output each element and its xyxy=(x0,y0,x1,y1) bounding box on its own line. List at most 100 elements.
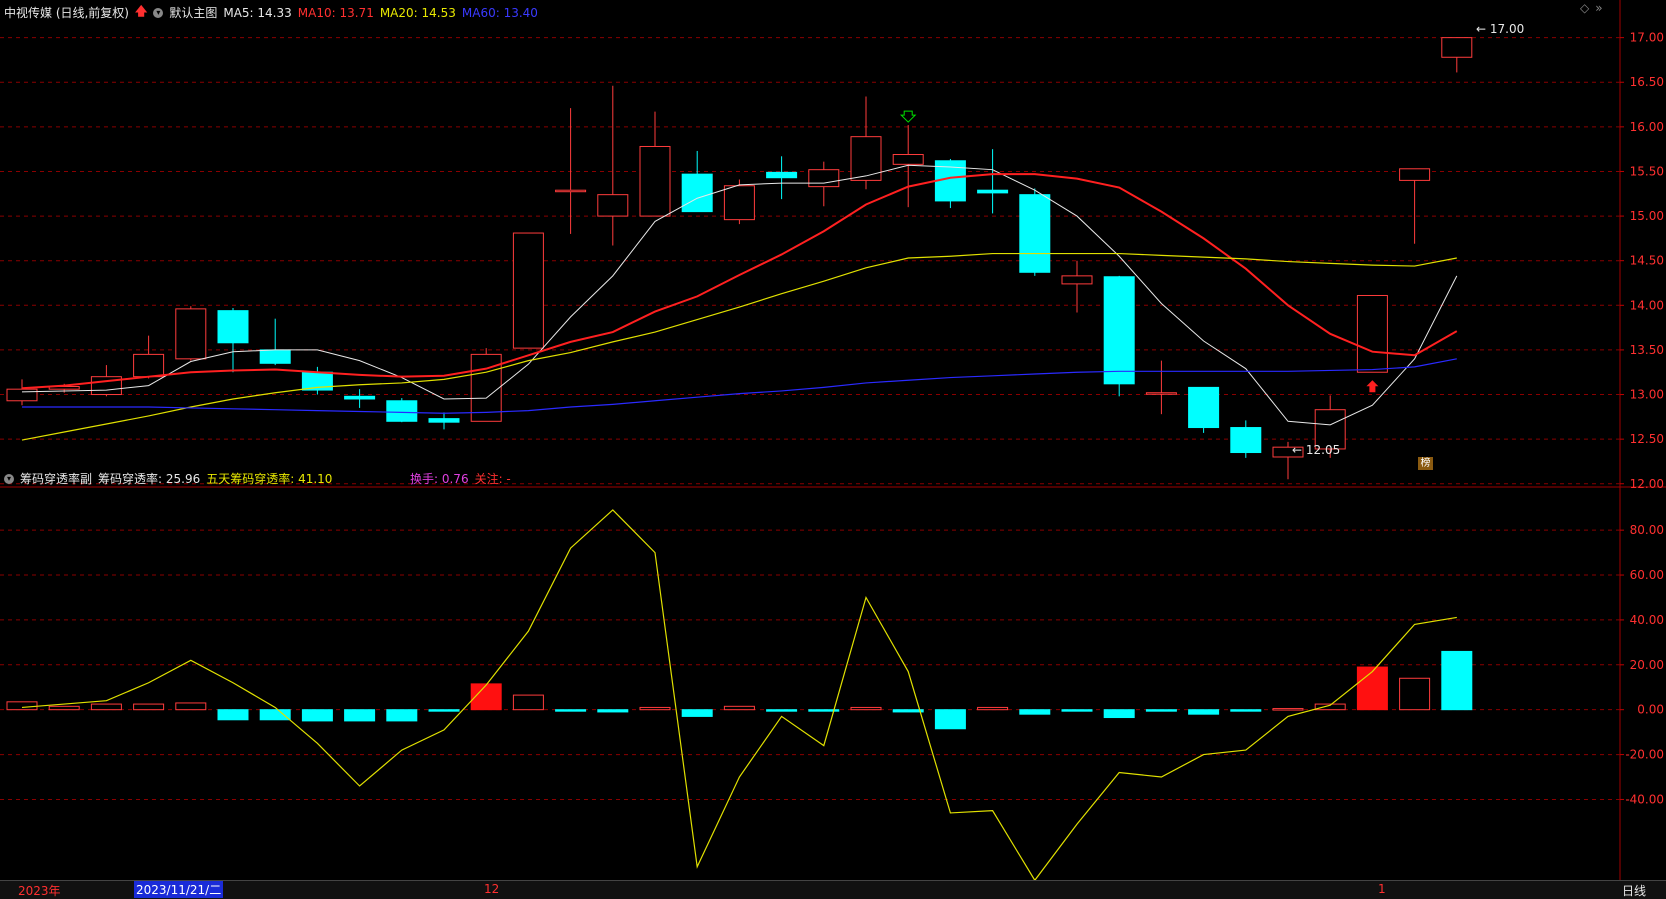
indicator-bar xyxy=(1230,709,1262,712)
ma20-label: MA20: 14.53 xyxy=(379,5,456,20)
low-value: 12.05 xyxy=(1305,443,1341,457)
high-value: 17.00 xyxy=(1489,22,1525,36)
candle-body xyxy=(259,349,291,364)
footer-month-12: 12 xyxy=(484,882,500,896)
ma10-label: MA10: 13.71 xyxy=(297,5,374,20)
price-tick-label: 13.00 xyxy=(1630,388,1664,402)
candle-body xyxy=(555,189,587,193)
indicator-bar xyxy=(48,705,80,711)
chevron-down-icon[interactable]: ▾ xyxy=(4,473,14,484)
indicator-bar xyxy=(850,706,882,711)
candle-body xyxy=(977,189,1009,194)
indicator-bar xyxy=(428,709,460,712)
candle-body xyxy=(850,136,882,181)
indicator-bar xyxy=(1356,666,1388,711)
ma-line-ma60 xyxy=(22,358,1457,414)
indicator-bar xyxy=(766,709,798,712)
indicator-bar xyxy=(301,709,333,722)
indicator-bar xyxy=(1399,677,1431,711)
indicator-bar xyxy=(175,702,207,711)
stock-title[interactable]: 中视传媒 (日线,前复权) xyxy=(4,4,129,21)
down-arrow-icon xyxy=(899,110,917,123)
grid-lines xyxy=(0,0,1666,880)
candle-body xyxy=(386,400,418,422)
candle-body xyxy=(1230,427,1262,454)
candle-body xyxy=(597,194,629,217)
low-price-label: ← 12.05 xyxy=(1292,443,1341,457)
indicator-bar xyxy=(1441,650,1473,711)
indicator-bar xyxy=(259,709,291,721)
candle-body xyxy=(639,145,671,217)
sub-tick-label: 60.00 xyxy=(1630,568,1664,582)
header-right-icons: ◇ » xyxy=(1580,1,1603,15)
price-tick-label: 14.50 xyxy=(1630,254,1664,268)
price-axis: 17.00 16.50 16.00 15.50 15.00 14.50 14.00 13.50… xyxy=(1620,31,1664,806)
candle-body xyxy=(133,353,165,378)
high-price-label: ← 17.00 xyxy=(1476,22,1525,36)
candle-body xyxy=(1188,386,1220,429)
candle-body xyxy=(428,418,460,423)
indicator-bar xyxy=(6,701,38,711)
price-tick-label: 16.00 xyxy=(1630,120,1664,134)
follow-value: 关注: - xyxy=(474,472,511,486)
indicator-name[interactable]: 筹码穿透率副 xyxy=(20,470,92,487)
footer-date-box[interactable]: 2023/11/21/二 xyxy=(134,881,224,898)
up-arrow-icon xyxy=(1366,380,1379,393)
sub-tick-label: -40.00 xyxy=(1625,792,1664,806)
footer-bar: 2023年 2023/11/21/二 12 1 日线 xyxy=(0,880,1666,899)
ma-line-ma20 xyxy=(21,252,1457,441)
candle-body xyxy=(808,169,840,188)
main-header: 中视传媒 (日线,前复权) 🡅 ▾ 默认主图 MA5: 14.33 MA10: … xyxy=(4,2,538,23)
price-tick-label: 15.00 xyxy=(1630,209,1664,223)
double-arrow-icon[interactable]: » xyxy=(1595,1,1602,15)
indicator-bar xyxy=(977,706,1009,711)
price-tick-label: 15.50 xyxy=(1630,164,1664,178)
candle-body xyxy=(1145,392,1177,395)
price-tick-label: 12.00 xyxy=(1630,477,1664,491)
ma60-label: MA60: 13.40 xyxy=(461,5,538,20)
candle-body xyxy=(512,232,544,349)
price-tick-label: 17.00 xyxy=(1630,31,1664,45)
indicator-bar xyxy=(344,709,376,722)
sub-header-right: 换手: 0.76 关注: - xyxy=(410,470,511,487)
ma5-label: MA5: 14.33 xyxy=(223,5,292,20)
sub-tick-label: 20.00 xyxy=(1630,658,1664,672)
indicator-bar xyxy=(555,709,587,712)
indicator-bar xyxy=(934,709,966,730)
sub-tick-label: 40.00 xyxy=(1630,613,1664,627)
indicator-bar xyxy=(133,703,165,711)
indicator-bar xyxy=(512,694,544,711)
candle-body xyxy=(1019,194,1051,273)
candle-body xyxy=(1356,294,1388,373)
indicator-bar xyxy=(597,709,629,713)
indicator-bar xyxy=(1103,709,1135,719)
sub-tick-label: -20.00 xyxy=(1625,748,1664,762)
diamond-icon[interactable]: ◇ xyxy=(1580,1,1589,15)
arrow-up-icon[interactable]: 🡅 xyxy=(135,2,147,23)
price-tick-label: 16.50 xyxy=(1630,75,1664,89)
template-name[interactable]: 默认主图 xyxy=(169,4,217,21)
period-button[interactable]: 日线 xyxy=(1622,882,1646,899)
candle-body xyxy=(1399,168,1431,181)
sub-header: ▾ 筹码穿透率副 筹码穿透率: 25.96 五天筹码穿透率: 41.10 xyxy=(4,470,332,487)
indicator-bar xyxy=(681,709,713,717)
candle-body xyxy=(892,154,924,165)
indicator-bar xyxy=(386,709,418,722)
indicator-bar xyxy=(639,706,671,711)
indicator-bar xyxy=(892,709,924,713)
footer-month-1: 1 xyxy=(1378,882,1386,896)
price-tick-label: 13.50 xyxy=(1630,343,1664,357)
sub-tick-label: 0.00 xyxy=(1637,703,1664,717)
indicator-bar xyxy=(90,703,122,711)
indicator-value: 筹码穿透率: 25.96 xyxy=(98,472,201,486)
indicator-bar xyxy=(1188,709,1220,715)
candle-body xyxy=(1441,37,1473,58)
sub-indicator-chart[interactable] xyxy=(6,509,1473,882)
candle-body xyxy=(6,388,38,402)
indicator-bar xyxy=(217,709,249,721)
candle-body xyxy=(766,171,798,179)
main-price-chart[interactable] xyxy=(6,37,1473,480)
candle-body xyxy=(723,185,755,221)
rank-badge[interactable]: 榜 xyxy=(1418,457,1433,470)
chevron-down-icon[interactable]: ▾ xyxy=(153,7,164,18)
